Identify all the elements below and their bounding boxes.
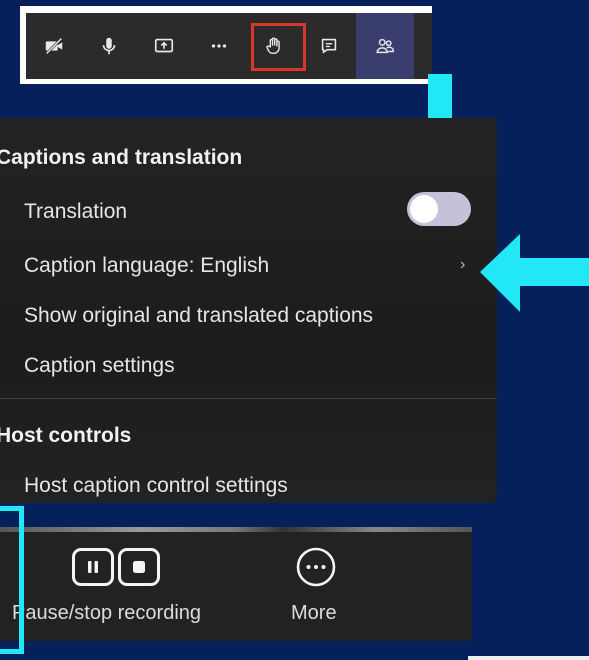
more-options-icon[interactable] xyxy=(296,547,336,587)
video-toggle-button[interactable] xyxy=(26,13,81,79)
mute-button[interactable] xyxy=(81,13,136,79)
toggle-knob xyxy=(410,195,438,223)
chat-icon xyxy=(321,38,336,54)
microphone-icon xyxy=(102,37,115,55)
captions-section-title: Captions and translation xyxy=(0,146,243,169)
raise-hand-button[interactable] xyxy=(246,13,306,79)
pause-stop-recording-label[interactable]: Pause/stop recording xyxy=(12,602,201,625)
video-preview-edge xyxy=(0,527,472,532)
host-controls-section-title: Host controls xyxy=(0,424,132,447)
participants-button[interactable] xyxy=(356,13,414,79)
captions-menu-panel: Captions and translation Translation Cap… xyxy=(0,118,497,503)
people-icon xyxy=(376,38,394,54)
host-caption-control-menu-item[interactable]: Host caption control settings xyxy=(24,474,288,498)
left-arrow-annotation xyxy=(480,234,589,312)
chevron-right-icon[interactable]: › xyxy=(460,256,465,274)
video-off-icon xyxy=(45,37,62,55)
more-actions-button[interactable] xyxy=(191,13,246,79)
caption-language-menu-item[interactable]: Caption language: English xyxy=(24,254,269,278)
raise-hand-icon xyxy=(265,37,280,55)
translation-menu-item[interactable]: Translation xyxy=(24,200,127,224)
share-screen-button[interactable] xyxy=(136,13,191,79)
more-label[interactable]: More xyxy=(291,602,337,625)
highlight-box-annotation xyxy=(0,506,24,654)
meeting-toolbar xyxy=(26,13,432,79)
chat-button[interactable] xyxy=(301,13,356,79)
meeting-toolbar-frame xyxy=(20,6,432,84)
pause-stop-recording-button[interactable] xyxy=(72,548,160,586)
share-screen-icon xyxy=(154,38,173,53)
translation-toggle[interactable] xyxy=(407,192,471,226)
menu-divider xyxy=(0,398,497,399)
window-edge xyxy=(468,656,589,660)
more-dots-icon xyxy=(211,44,226,48)
caption-settings-menu-item[interactable]: Caption settings xyxy=(24,354,175,378)
show-original-translated-menu-item[interactable]: Show original and translated captions xyxy=(24,304,373,328)
pause-icon xyxy=(72,548,114,586)
stop-icon xyxy=(118,548,160,586)
